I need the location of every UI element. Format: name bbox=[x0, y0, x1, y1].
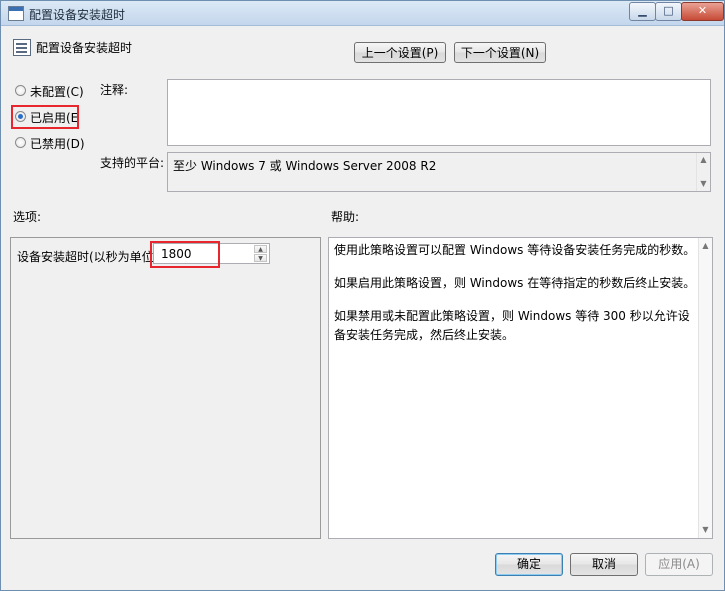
options-heading: 选项: bbox=[13, 210, 42, 224]
scroll-up-arrow-icon[interactable]: ▲ bbox=[700, 240, 711, 252]
maximize-button[interactable]: □ bbox=[655, 2, 682, 21]
platform-value: 至少 Windows 7 或 Windows Server 2008 R2 bbox=[173, 159, 437, 173]
help-panel: 使用此策略设置可以配置 Windows 等待设备安装任务完成的秒数。 如果启用此… bbox=[328, 237, 713, 539]
timeout-highlight-box bbox=[150, 241, 220, 268]
spin-up-icon[interactable]: ▲ bbox=[254, 245, 267, 253]
scroll-down-arrow-icon[interactable]: ▼ bbox=[698, 178, 709, 190]
window-title: 配置设备安装超时 bbox=[29, 8, 126, 22]
close-button[interactable]: ✕ bbox=[681, 2, 724, 21]
options-panel: 设备安装超时(以秒为单位) 1800 ▲ ▼ bbox=[10, 237, 321, 539]
platform-scrollbar[interactable]: ▲ ▼ bbox=[696, 153, 710, 191]
radio-label: 未配置(C) bbox=[30, 85, 84, 99]
help-paragraph: 如果启用此策略设置，则 Windows 在等待指定的秒数后终止安装。 bbox=[334, 276, 696, 290]
apply-button[interactable]: 应用(A) bbox=[645, 553, 713, 576]
help-heading: 帮助: bbox=[331, 210, 360, 224]
title-bar[interactable]: 配置设备安装超时 ▁ □ ✕ bbox=[1, 1, 724, 26]
timeout-spinner[interactable]: ▲ ▼ bbox=[254, 245, 268, 262]
help-paragraph: 如果禁用或未配置此策略设置，则 Windows 等待 300 秒以允许设备安装任… bbox=[334, 309, 690, 342]
minimize-button[interactable]: ▁ bbox=[629, 2, 656, 21]
previous-setting-button[interactable]: 上一个设置(P) bbox=[354, 42, 446, 63]
cancel-button[interactable]: 取消 bbox=[570, 553, 638, 576]
timeout-label: 设备安装超时(以秒为单位) bbox=[17, 250, 159, 264]
comment-textarea[interactable] bbox=[167, 79, 711, 146]
policy-name: 配置设备安装超时 bbox=[36, 41, 133, 55]
comment-label: 注释: bbox=[100, 83, 129, 97]
platform-field: 至少 Windows 7 或 Windows Server 2008 R2 ▲ … bbox=[167, 152, 711, 192]
radio-button[interactable] bbox=[15, 85, 26, 96]
help-paragraph: 使用此策略设置可以配置 Windows 等待设备安装任务完成的秒数。 bbox=[334, 243, 696, 257]
spin-down-icon[interactable]: ▼ bbox=[254, 254, 267, 262]
help-text: 使用此策略设置可以配置 Windows 等待设备安装任务完成的秒数。 如果启用此… bbox=[334, 241, 698, 359]
help-scrollbar[interactable]: ▲ ▼ bbox=[698, 238, 712, 538]
scroll-up-arrow-icon[interactable]: ▲ bbox=[698, 154, 709, 166]
radio-label: 已禁用(D) bbox=[30, 137, 85, 151]
ok-button[interactable]: 确定 bbox=[495, 553, 563, 576]
policy-setting-icon bbox=[13, 39, 31, 56]
platform-label: 支持的平台: bbox=[100, 156, 165, 170]
scroll-down-arrow-icon[interactable]: ▼ bbox=[700, 524, 711, 536]
enabled-highlight-box bbox=[11, 105, 79, 129]
policy-window-icon bbox=[8, 6, 24, 21]
policy-dialog: 配置设备安装超时 ▁ □ ✕ 配置设备安装超时 上一个设置(P) 下一个设置(N… bbox=[0, 0, 725, 591]
radio-button[interactable] bbox=[15, 137, 26, 148]
next-setting-button[interactable]: 下一个设置(N) bbox=[454, 42, 546, 63]
